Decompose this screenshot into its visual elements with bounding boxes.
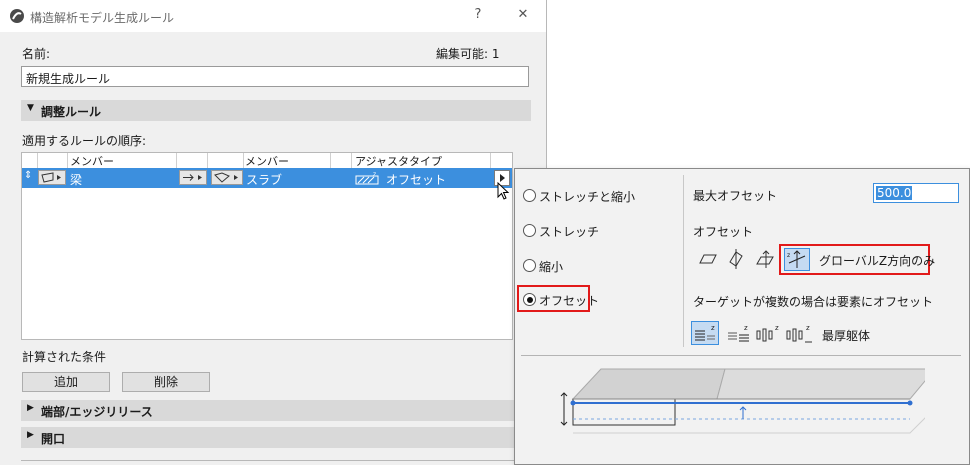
member2-type-button[interactable] — [211, 170, 243, 185]
header-member1: メンバー — [67, 153, 177, 168]
radio-icon — [523, 189, 536, 202]
delete-button[interactable]: 削除 — [122, 372, 210, 392]
offset-type-icon: z — [355, 171, 379, 185]
global-z-label: グローバルZ方向のみ — [819, 254, 936, 268]
section-opening[interactable]: ▶ 開口 — [21, 427, 531, 448]
svg-text:z: z — [711, 324, 715, 332]
layers-stack-icon: z — [695, 324, 715, 341]
header-member2: メンバー — [243, 153, 331, 168]
direction-button[interactable] — [179, 170, 207, 185]
option-shrink-label: 縮小 — [539, 260, 564, 274]
svg-text:z: z — [373, 171, 376, 178]
svg-text:z: z — [744, 324, 748, 332]
option-stretch-shrink-label: ストレッチと縮小 — [539, 190, 636, 204]
option-offset-label: オフセット — [539, 294, 600, 308]
divider — [21, 460, 531, 461]
member2-value: スラブ — [246, 173, 283, 187]
table-row[interactable]: ⇕ 梁 スラブ z オフセット — [22, 168, 512, 188]
svg-text:z: z — [787, 252, 790, 259]
core-offset-icon[interactable]: z — [755, 322, 783, 344]
thickest-core-label: 最厚躯体 — [822, 329, 871, 343]
section-end-release-label: 端部/エッジリリース — [41, 405, 153, 419]
name-label: 名前: — [22, 47, 51, 61]
chevron-down-icon: ▼ — [27, 103, 34, 113]
member1-value: 梁 — [70, 173, 83, 187]
core-offset-bottom-icon[interactable]: z — [785, 322, 815, 344]
offset-label: オフセット — [693, 225, 754, 239]
mouse-cursor-icon — [497, 182, 510, 200]
editable-count: 編集可能: 1 — [436, 47, 500, 61]
adjuster-type-value: オフセット — [386, 173, 447, 187]
global-z-button[interactable]: z — [784, 248, 810, 271]
drag-handle-icon[interactable]: ⇕ — [24, 170, 32, 181]
name-input[interactable]: 新規生成ルール — [21, 66, 529, 87]
horizontal-divider — [521, 355, 961, 356]
title-bar: 構造解析モデル生成ルール ? ✕ — [0, 0, 546, 32]
header-icon2 — [207, 153, 244, 168]
offset-preview-diagram — [560, 368, 925, 434]
chevron-right-icon: ▶ — [27, 403, 34, 413]
offset-vector-icon[interactable] — [753, 248, 777, 270]
app-logo-icon — [10, 9, 24, 23]
rules-table: メンバー メンバー アジャスタタイプ ⇕ 梁 スラブ z オフセット — [21, 152, 513, 340]
section-opening-label: 開口 — [41, 432, 66, 446]
section-end-release[interactable]: ▶ 端部/エッジリリース — [21, 400, 531, 421]
option-stretch-label: ストレッチ — [539, 225, 600, 239]
offset-settings-popup: ストレッチと縮小 ストレッチ 縮小 オフセット 最大オフセット 500.0 オフ… — [514, 168, 970, 465]
header-spacer — [331, 153, 352, 168]
header-arrow — [177, 153, 208, 168]
arrow-right-icon — [183, 174, 202, 181]
global-z-axis-icon: z — [787, 250, 806, 268]
rule-dialog: 構造解析モデル生成ルール ? ✕ 名前: 編集可能: 1 新規生成ルール ▼ 調… — [0, 0, 547, 465]
close-button[interactable]: ✕ — [513, 7, 533, 25]
multi-target-label: ターゲットが複数の場合は要素にオフセット — [693, 295, 934, 309]
member1-type-button[interactable] — [38, 170, 66, 185]
max-offset-input[interactable]: 500.0 — [873, 183, 959, 203]
header-drag — [22, 153, 38, 168]
header-adjuster-type: アジャスタタイプ — [351, 153, 491, 168]
layers-offset-icon[interactable]: z — [725, 322, 753, 344]
add-button[interactable]: 追加 — [22, 372, 110, 392]
section-adjust-rules[interactable]: ▼ 調整ルール — [21, 100, 531, 121]
radio-icon — [523, 259, 536, 272]
slab-icon — [214, 172, 238, 183]
rule-order-label: 適用するルールの順序: — [22, 134, 147, 148]
max-offset-value: 500.0 — [876, 186, 913, 200]
header-icon1 — [37, 153, 68, 168]
offset-layer-all-button[interactable]: z — [691, 321, 719, 345]
help-button[interactable]: ? — [468, 7, 488, 25]
chevron-right-icon: ▶ — [27, 430, 34, 440]
max-offset-label: 最大オフセット — [693, 189, 778, 203]
svg-text:z: z — [775, 324, 779, 332]
beam-icon — [41, 172, 61, 183]
radio-icon — [523, 224, 536, 237]
calculated-conditions-label: 計算された条件 — [22, 350, 107, 364]
section-adjust-rules-label: 調整ルール — [41, 105, 102, 119]
offset-perpendicular-icon[interactable] — [725, 248, 747, 270]
radio-selected-icon — [523, 293, 536, 306]
svg-text:z: z — [806, 324, 810, 332]
offset-plane-icon[interactable] — [697, 248, 719, 270]
window-title: 構造解析モデル生成ルール — [30, 11, 175, 25]
vertical-divider — [683, 175, 684, 347]
